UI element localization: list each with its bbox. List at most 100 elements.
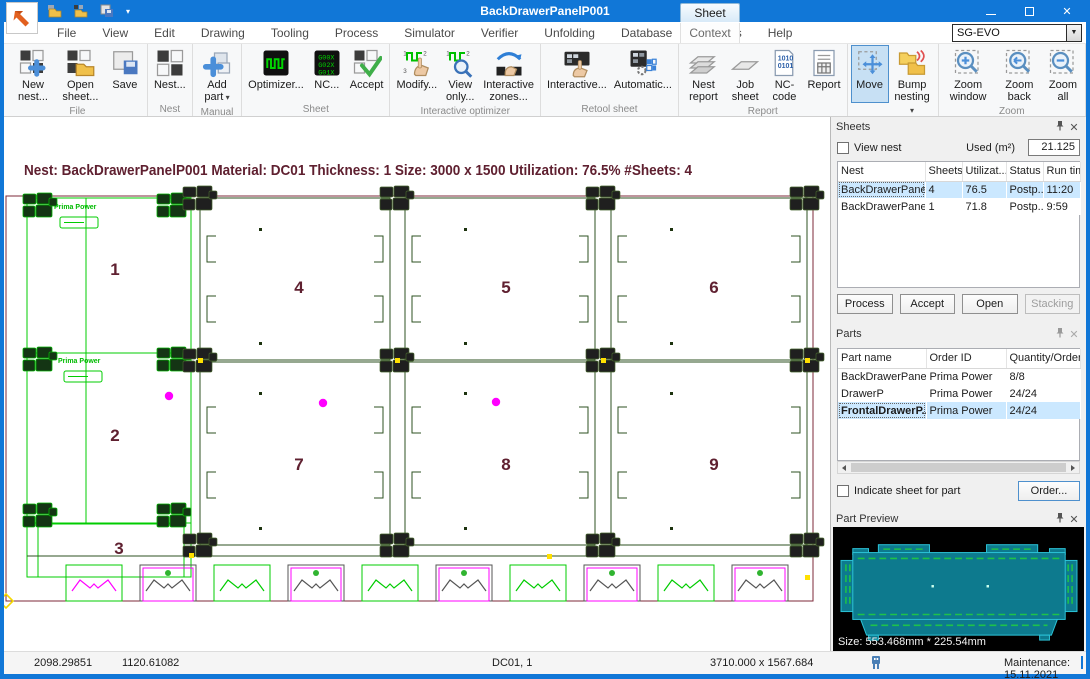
sheets-table-row[interactable]: BackDrawerPanel... 1 71.8 Postp... 9:59: [838, 198, 1080, 215]
sheets-col-utilization[interactable]: Utilizat...: [962, 162, 1006, 181]
part-brand-label: Prima Power: [54, 204, 97, 211]
bump-nesting-button[interactable]: Bump nesting: [890, 45, 935, 119]
machine-selector-dropdown[interactable]: SG-EVO: [952, 24, 1082, 42]
tool-hit-cluster: [183, 533, 217, 557]
clip-part[interactable]: [658, 565, 714, 601]
menu-view[interactable]: View: [89, 23, 141, 43]
indicate-sheet-checkbox[interactable]: [837, 485, 849, 497]
scroll-right-icon[interactable]: [1067, 462, 1079, 473]
clip-part[interactable]: [288, 565, 344, 601]
menu-drawing[interactable]: Drawing: [188, 23, 258, 43]
move-button[interactable]: Move: [851, 45, 889, 103]
part-preview-drawing: [833, 527, 1085, 645]
retool-interactive-button[interactable]: Interactive...: [544, 45, 610, 103]
parts-col-qty[interactable]: Quantity/Ordered: [1006, 349, 1080, 368]
report-button[interactable]: Report: [804, 45, 843, 103]
parts-table-row[interactable]: DrawerP Prima Power 24/24: [838, 385, 1080, 402]
parts-horizontal-scrollbar[interactable]: [837, 461, 1080, 474]
pin-icon[interactable]: [1053, 120, 1067, 134]
part-number-label: 1: [110, 260, 119, 279]
indicate-sheet-row: Indicate sheet for part Order...: [831, 474, 1086, 505]
modify-icon: 123: [401, 47, 433, 79]
sheets-col-runtime[interactable]: Run time: [1043, 162, 1080, 181]
app-logo-icon[interactable]: [6, 2, 38, 34]
menu-tooling[interactable]: Tooling: [258, 23, 322, 43]
menu-verifier[interactable]: Verifier: [468, 23, 531, 43]
zoom-back-icon: [1003, 47, 1035, 79]
nested-part-outline: [611, 362, 807, 545]
job-sheet-icon: [729, 47, 761, 79]
new-nest-button[interactable]: New nest...: [11, 45, 55, 105]
clip-part[interactable]: [510, 565, 566, 601]
sheets-col-status[interactable]: Status: [1006, 162, 1043, 181]
nest-button[interactable]: Nest...: [151, 45, 189, 103]
order-button[interactable]: Order...: [1018, 481, 1080, 501]
menu-context[interactable]: Context: [680, 23, 740, 43]
clip-part[interactable]: [66, 565, 122, 601]
clip-part[interactable]: [362, 565, 418, 601]
scroll-left-icon[interactable]: [838, 462, 850, 473]
report-icon: [808, 47, 840, 79]
modify-button[interactable]: 123 Modify...: [393, 45, 440, 103]
pin-icon[interactable]: [1053, 327, 1067, 341]
open-special-quick-icon[interactable]: [72, 3, 90, 19]
nc-code-button[interactable]: 10100101 NC-code: [765, 45, 803, 105]
sheets-col-nest[interactable]: Nest: [838, 162, 925, 181]
menu-help[interactable]: Help: [755, 23, 806, 43]
minimize-button[interactable]: [972, 0, 1010, 22]
clip-part[interactable]: [732, 565, 788, 601]
nc-button[interactable]: G00XG02XG01X NC...: [308, 45, 346, 103]
menu-process[interactable]: Process: [322, 23, 391, 43]
close-icon[interactable]: ✕: [1067, 513, 1081, 526]
parts-col-name[interactable]: Part name: [838, 349, 926, 368]
clip-part[interactable]: [584, 565, 640, 601]
menu-database[interactable]: Database: [608, 23, 685, 43]
retool-automatic-button[interactable]: Automatic...: [611, 45, 675, 103]
clip-part[interactable]: [140, 565, 196, 601]
open-sheet-button[interactable]: Open sheet...: [56, 45, 105, 105]
close-icon[interactable]: ✕: [1067, 328, 1081, 341]
maximize-button[interactable]: [1010, 0, 1048, 22]
clip-part[interactable]: [436, 565, 492, 601]
add-part-button[interactable]: Add part: [196, 45, 238, 106]
pin-icon[interactable]: [1053, 512, 1067, 526]
open-button[interactable]: Open: [962, 294, 1018, 314]
nested-part-outline: [200, 362, 390, 545]
sheets-table-row[interactable]: BackDrawerPanel... 4 76.5 Postp... 11:20: [838, 181, 1080, 198]
scrollbar-thumb[interactable]: [851, 463, 1066, 472]
nest-report-button[interactable]: Nest report: [682, 45, 725, 105]
job-sheet-button[interactable]: Job sheet: [726, 45, 764, 105]
open-quick-icon[interactable]: [46, 3, 64, 19]
menu-simulator[interactable]: Simulator: [391, 23, 468, 43]
parts-table-row[interactable]: FrontalDrawerP... Prima Power 24/24: [838, 402, 1080, 419]
save-button[interactable]: Save: [106, 45, 144, 103]
process-button[interactable]: Process: [837, 294, 893, 314]
zoom-back-button[interactable]: Zoom back: [996, 45, 1043, 105]
sheets-col-sheets[interactable]: Sheets: [925, 162, 962, 181]
menu-unfolding[interactable]: Unfolding: [531, 23, 608, 43]
nest-canvas[interactable]: Nest: BackDrawerPanelP001 Material: DC01…: [4, 117, 830, 651]
view-nest-checkbox[interactable]: [837, 142, 849, 154]
contextual-tab-sheet[interactable]: Sheet: [680, 3, 740, 22]
interactive-zones-button[interactable]: Interactive zones...: [480, 45, 537, 105]
title-bar: ▾ BackDrawerPanelP001 Sheet: [4, 0, 1086, 22]
save-quick-icon[interactable]: [98, 3, 116, 19]
accept-button[interactable]: Accept: [347, 45, 387, 103]
parts-table-row[interactable]: BackDrawerPanelP Prima Power 8/8: [838, 368, 1080, 385]
optimizer-button[interactable]: Optimizer...: [245, 45, 307, 103]
zoom-all-button[interactable]: Zoom all: [1044, 45, 1082, 105]
parts-col-order[interactable]: Order ID: [926, 349, 1006, 368]
close-icon[interactable]: ✕: [1067, 121, 1081, 134]
menu-file[interactable]: File: [44, 23, 89, 43]
close-button[interactable]: [1048, 0, 1086, 22]
chevron-down-icon[interactable]: [1066, 25, 1081, 41]
status-bar: 2098.29851 1120.61082 DC01, 1 3710.000 x…: [4, 651, 1086, 674]
zoom-window-button[interactable]: Zoom window: [942, 45, 995, 105]
window-bottom-border: [4, 674, 1086, 679]
clip-part[interactable]: [214, 565, 270, 601]
accept-sheet-button[interactable]: Accept: [900, 294, 956, 314]
open-sheet-icon: [64, 47, 96, 79]
qat-dropdown-icon[interactable]: ▾: [126, 7, 130, 16]
view-only-button[interactable]: 12 View only...: [441, 45, 479, 105]
menu-edit[interactable]: Edit: [141, 23, 188, 43]
